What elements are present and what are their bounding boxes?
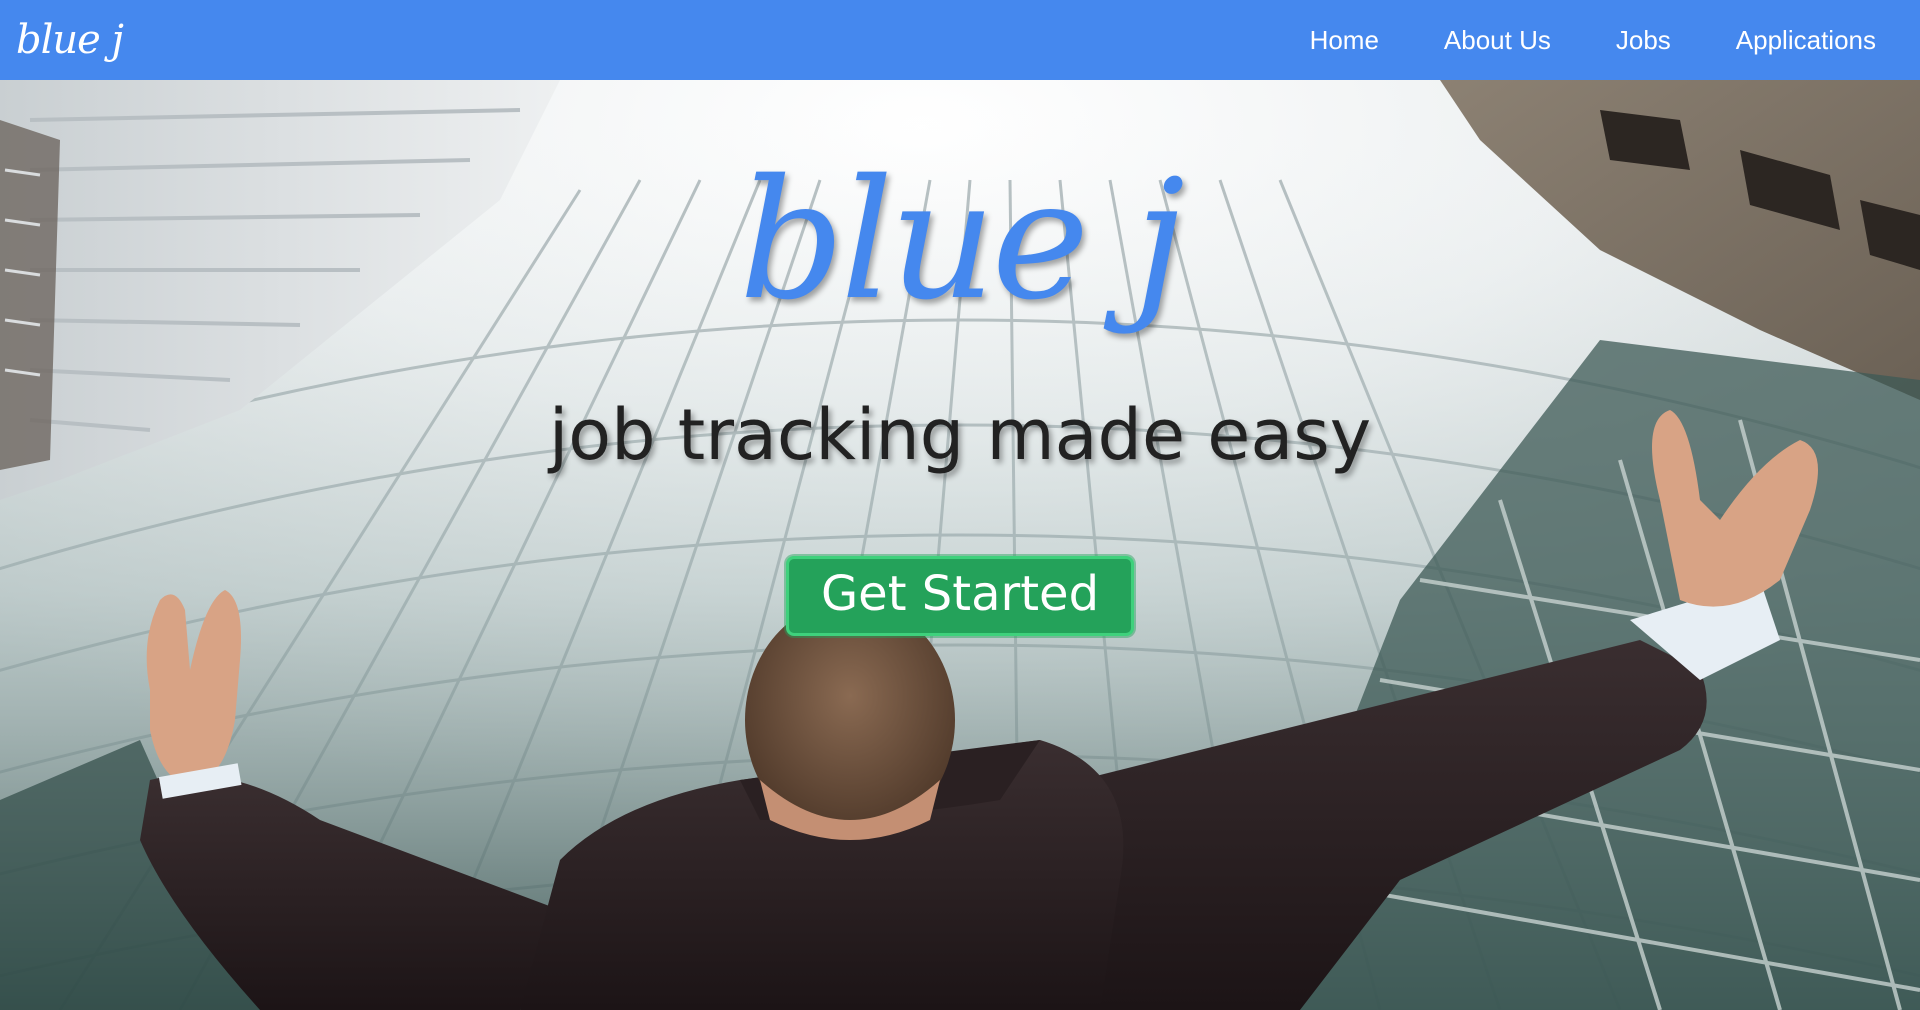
- nav-link-jobs[interactable]: Jobs: [1616, 0, 1671, 80]
- nav-link-home[interactable]: Home: [1310, 0, 1379, 80]
- nav-link-applications[interactable]: Applications: [1736, 0, 1876, 80]
- cta-container: Get Started: [0, 556, 1920, 636]
- nav-links: Home About Us Jobs Applications: [1245, 0, 1904, 80]
- brand-logo-link[interactable]: blue j: [16, 0, 124, 80]
- nav-link-about-us[interactable]: About Us: [1444, 0, 1551, 80]
- hero-title: blue j: [739, 144, 1185, 336]
- get-started-button[interactable]: Get Started: [785, 556, 1135, 636]
- hero-content: blue j job tracking made easy Get Starte…: [0, 80, 1920, 1010]
- hero-subtitle: job tracking made easy: [548, 394, 1372, 476]
- top-navbar: blue j Home About Us Jobs Applications: [0, 0, 1920, 80]
- hero-section: blue j job tracking made easy Get Starte…: [0, 80, 1920, 1010]
